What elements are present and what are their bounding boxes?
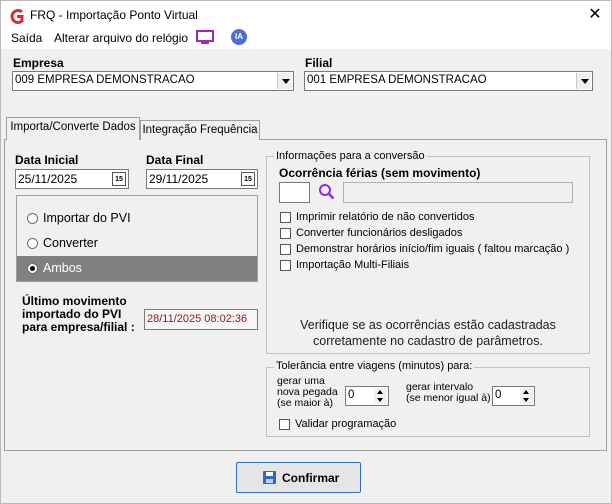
filial-select[interactable]: 001 EMPRESA DEMONSTRACAO	[304, 71, 593, 91]
radio-label: Converter	[43, 236, 98, 250]
calendar-icon[interactable]: 15	[241, 172, 255, 186]
conversion-note: Verifique se as ocorrências estão cadast…	[270, 317, 586, 349]
interval-value: 0	[495, 389, 502, 401]
empresa-value: 009 EMPRESA DEMONSTRACAO	[15, 74, 195, 86]
checkbox-label: Converter funcionários desligados	[296, 227, 463, 239]
last-movement-label: Último movimento importado do PVI para e…	[22, 295, 135, 334]
radio-button[interactable]	[27, 263, 38, 274]
arrow-down-icon[interactable]	[374, 396, 387, 404]
checkbox-label: Validar programação	[295, 418, 397, 430]
checkbox-label: Demonstrar horários início/fim iguais ( …	[296, 243, 570, 255]
app-logo-icon	[10, 9, 24, 24]
last-movement-value: 28/11/2025 08:02:36	[147, 313, 248, 325]
chevron-down-icon[interactable]	[277, 73, 292, 89]
data-inicial-value: 25/11/2025	[18, 172, 78, 186]
data-inicial-label: Data Inicial	[15, 153, 79, 167]
data-inicial-field[interactable]: 25/11/2025 15	[15, 169, 129, 189]
menu-saida[interactable]: Saída	[11, 31, 42, 45]
checkbox-demonstrar-horarios[interactable]	[280, 244, 291, 255]
new-pegada-label-line: (se maior à)	[277, 397, 334, 409]
radio-button[interactable]	[27, 213, 38, 224]
radio-ambos[interactable]: Ambos	[17, 256, 257, 281]
empresa-label: Empresa	[13, 56, 64, 70]
vacation-description-field	[343, 182, 573, 203]
filial-value: 001 EMPRESA DEMONSTRACAO	[307, 74, 487, 86]
chevron-down-icon[interactable]	[576, 73, 591, 89]
new-pegada-label: gerar uma nova pegada (se maior à)	[277, 376, 338, 409]
arrow-up-icon[interactable]	[520, 388, 533, 396]
data-final-label: Data Final	[146, 153, 204, 167]
interval-spinner[interactable]: 0	[492, 386, 535, 406]
spinner-buttons[interactable]	[520, 388, 533, 404]
conversion-note-line: corretamente no cadastro de parâmetros.	[313, 334, 543, 348]
radio-label: Ambos	[43, 261, 82, 275]
new-pegada-spinner[interactable]: 0	[345, 386, 389, 406]
checkbox-converter-desligados[interactable]	[280, 228, 291, 239]
interval-label: gerar intervalo (se menor igual à)	[406, 382, 491, 404]
calendar-icon[interactable]: 15	[112, 172, 126, 186]
data-final-value: 29/11/2025	[149, 172, 209, 186]
tab-importa-converte[interactable]: Importa/Converte Dados	[6, 117, 140, 140]
save-icon	[263, 471, 276, 484]
spinner-buttons[interactable]	[374, 388, 387, 404]
tolerance-group-title: Tolerância entre viagens (minutos) para:	[274, 360, 475, 372]
ia-assistant-icon[interactable]: IA	[231, 29, 247, 45]
radio-button[interactable]	[27, 238, 38, 249]
radio-converter[interactable]: Converter	[17, 231, 257, 256]
vacation-code-input[interactable]	[279, 182, 310, 203]
vacation-label: Ocorrência férias (sem movimento)	[279, 166, 481, 180]
search-icon[interactable]	[318, 183, 335, 200]
last-movement-field: 28/11/2025 08:02:36	[144, 309, 258, 330]
confirm-label: Confirmar	[282, 471, 340, 485]
checkbox-multi-filiais[interactable]	[280, 260, 291, 271]
menu-alterar-arquivo[interactable]: Alterar arquivo do relógio	[54, 31, 188, 45]
confirm-button[interactable]: Confirmar	[236, 462, 361, 493]
checkbox-imprimir-relatorio[interactable]	[280, 212, 291, 223]
new-pegada-value: 0	[348, 389, 355, 401]
close-button[interactable]: ✕	[585, 5, 605, 25]
checkbox-label: Importação Multi-Filiais	[296, 259, 410, 271]
filial-label: Filial	[305, 56, 333, 70]
radio-importar-pvi[interactable]: Importar do PVI	[17, 206, 257, 231]
last-movement-label-line: para empresa/filial :	[22, 320, 135, 334]
radio-label: Importar do PVI	[43, 211, 131, 225]
checkbox-label: Imprimir relatório de não convertidos	[296, 211, 475, 223]
window-title: FRQ - Importação Ponto Virtual	[30, 8, 198, 22]
arrow-up-icon[interactable]	[374, 388, 387, 396]
arrow-down-icon[interactable]	[520, 396, 533, 404]
data-final-field[interactable]: 29/11/2025 15	[146, 169, 258, 189]
conversion-group-title: Informações para a conversão	[274, 150, 427, 162]
interval-label-line: (se menor igual à)	[406, 392, 491, 404]
conversion-note-line: Verifique se as ocorrências estão cadast…	[300, 318, 556, 332]
checkbox-validar-programacao[interactable]	[279, 419, 290, 430]
monitor-icon[interactable]	[196, 30, 214, 45]
tab-integracao-frequencia[interactable]: Integração Frequência	[140, 120, 260, 140]
empresa-select[interactable]: 009 EMPRESA DEMONSTRACAO	[12, 71, 294, 91]
